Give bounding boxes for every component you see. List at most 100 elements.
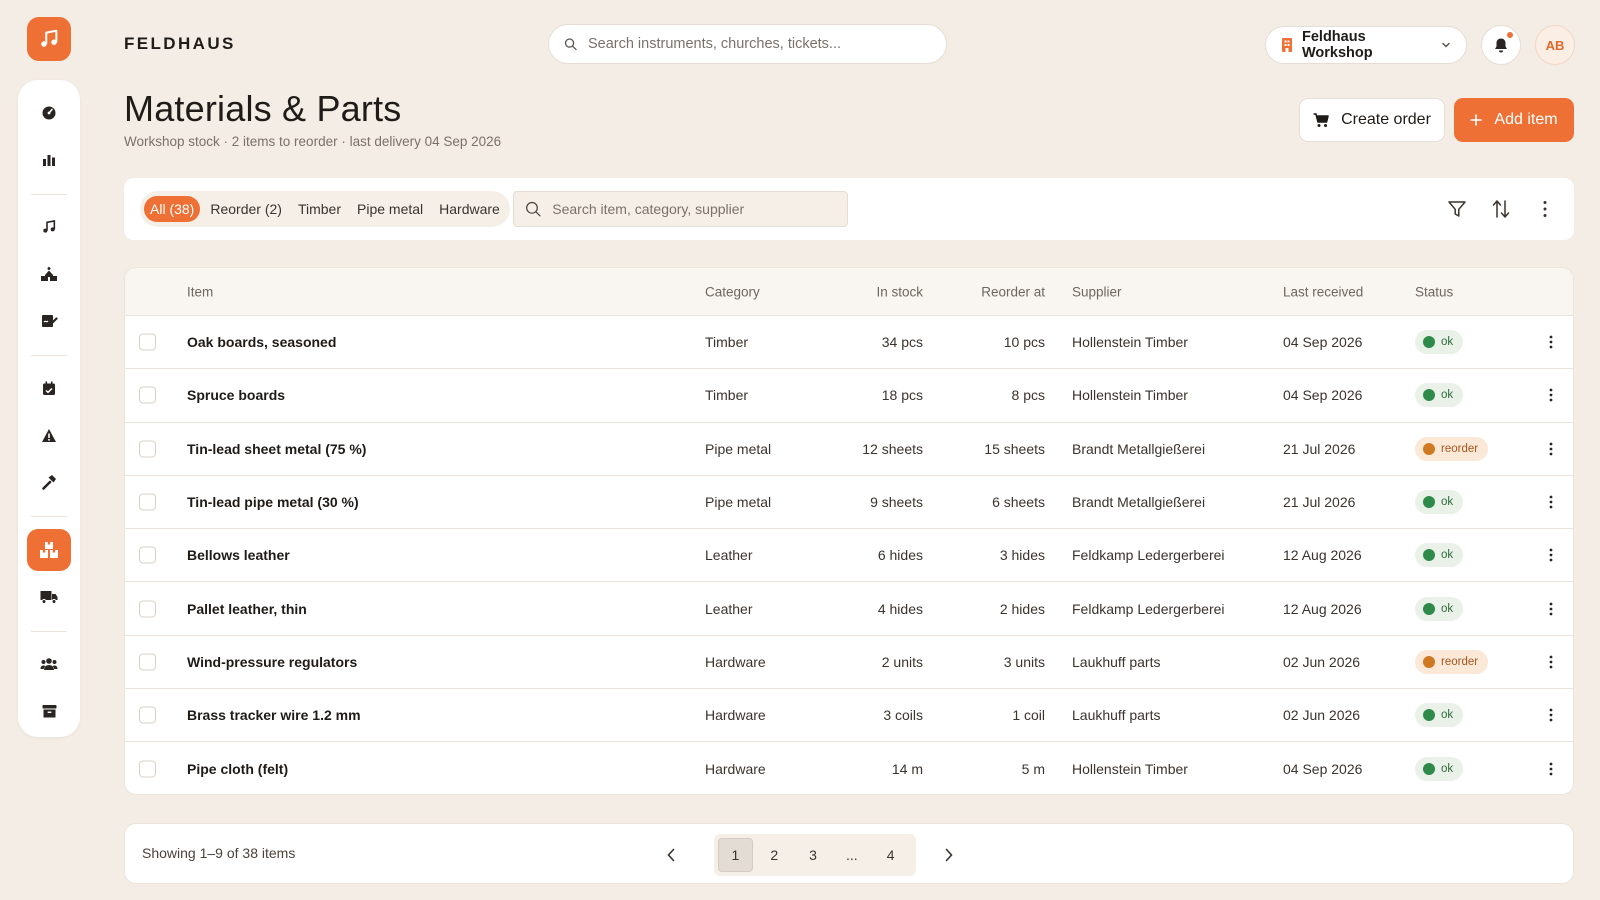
row-menu-button[interactable] [1541, 383, 1561, 407]
plus-icon [1470, 114, 1483, 126]
row-checkbox[interactable] [139, 706, 156, 724]
sidebar-item-instruments[interactable] [27, 206, 71, 248]
next-page-button[interactable] [935, 841, 963, 869]
page-subtitle: Workshop stock · 2 items to reorder · la… [124, 134, 502, 149]
table-footer: Showing 1–9 of 38 items 1 2 3 ... 4 [124, 823, 1574, 884]
row-menu-button[interactable] [1541, 650, 1561, 674]
page-4-button[interactable]: 4 [873, 838, 908, 872]
sidebar-item-team[interactable] [27, 643, 71, 685]
page-title: Materials & Parts [124, 88, 402, 129]
table-row[interactable]: Pallet leather, thin Leather 4 hides 2 hide… [125, 582, 1573, 636]
filter-chips: All (38) Reorder (2) Timber Pipe metal H… [140, 191, 510, 227]
table-row[interactable]: Oak boards, seasoned Timber 34 pcs 10 pcs Ho… [125, 316, 1573, 370]
header-supplier[interactable]: Supplier [1072, 284, 1122, 299]
sidebar-item-churches[interactable] [27, 253, 71, 295]
create-order-label: Create order [1341, 111, 1431, 128]
bell-icon [1495, 38, 1507, 52]
more-vertical-icon [1549, 655, 1553, 669]
table-row[interactable]: Pipe cloth (felt) Hardware 14 m 5 m Hollenst… [125, 742, 1573, 794]
page-ellipsis: ... [845, 847, 858, 863]
row-menu-button[interactable] [1541, 543, 1561, 567]
sort-button[interactable] [1487, 195, 1515, 223]
create-order-button[interactable]: Create order [1299, 98, 1445, 142]
item-supplier: Hollenstein Timber [1072, 761, 1188, 778]
status-dot [1423, 442, 1435, 455]
workspace-name: Feldhaus Workshop [1302, 29, 1373, 61]
chip-timber[interactable]: Timber [292, 196, 347, 222]
workspace-switcher[interactable]: Feldhaus Workshop [1265, 26, 1467, 64]
table-search[interactable] [513, 191, 848, 227]
table-row[interactable]: Spruce boards Timber 18 pcs 8 pcs Hollenstei… [125, 369, 1573, 423]
avatar[interactable]: AB [1535, 25, 1575, 65]
sidebar-item-contracts[interactable] [27, 300, 71, 342]
item-in-stock: 2 units [881, 653, 923, 670]
row-checkbox[interactable] [139, 333, 156, 351]
row-checkbox[interactable] [139, 546, 156, 564]
header-item[interactable]: Item [187, 284, 213, 299]
global-search-input[interactable] [587, 36, 946, 52]
table-row[interactable]: Tin-lead sheet metal (75 %) Pipe metal 12 … [125, 423, 1573, 476]
sidebar-item-materials[interactable] [27, 528, 71, 571]
page-3-button[interactable]: 3 [796, 838, 831, 872]
row-checkbox[interactable] [139, 493, 156, 511]
page-2-button[interactable]: 2 [757, 838, 792, 872]
add-item-button[interactable]: Add item [1454, 98, 1574, 142]
page-1-button[interactable]: 1 [718, 838, 753, 872]
table-row[interactable]: Bellows leather Leather 6 hides 3 hides Feld… [125, 529, 1573, 583]
table-row[interactable]: Tin-lead pipe metal (30 %) Pipe metal 9 sh… [125, 476, 1573, 530]
chip-pipe-metal[interactable]: Pipe metal [351, 196, 429, 222]
header-last-received[interactable]: Last received [1283, 284, 1363, 299]
filter-button[interactable] [1443, 195, 1471, 223]
chip-all[interactable]: All (38) [144, 196, 201, 222]
row-menu-button[interactable] [1541, 703, 1561, 727]
status-dot [1423, 336, 1435, 349]
more-vertical-icon [1549, 442, 1553, 456]
status-cell: ok [1415, 383, 1464, 408]
status-label: reorder [1441, 655, 1479, 668]
status-dot [1423, 655, 1435, 668]
table-row[interactable]: Brass tracker wire 1.2 mm Hardware 3 coils… [125, 689, 1573, 743]
chip-hardware[interactable]: Hardware [433, 196, 506, 222]
more-options-button[interactable] [1531, 195, 1559, 223]
chip-reorder[interactable]: Reorder (2) [204, 196, 288, 222]
notifications-button[interactable] [1481, 25, 1521, 65]
music-note-icon [43, 220, 56, 234]
row-checkbox[interactable] [139, 760, 156, 778]
item-reorder-at: 5 m [1021, 761, 1045, 778]
item-last-received: 04 Sep 2026 [1283, 387, 1363, 404]
row-checkbox[interactable] [139, 600, 156, 618]
app-logo[interactable] [27, 17, 71, 61]
item-category: Leather [705, 547, 753, 564]
row-checkbox[interactable] [139, 386, 156, 404]
header-status[interactable]: Status [1415, 284, 1453, 299]
item-reorder-at: 2 hides [999, 600, 1045, 617]
sidebar-item-dashboard[interactable] [27, 92, 71, 134]
sidebar-item-repairs[interactable] [27, 461, 71, 503]
header-in-stock[interactable]: In stock [876, 284, 923, 299]
row-checkbox[interactable] [139, 653, 156, 671]
row-menu-button[interactable] [1541, 597, 1561, 621]
row-menu-button[interactable] [1541, 757, 1561, 781]
status-badge: reorder [1415, 436, 1489, 461]
sidebar-item-calendar[interactable] [27, 368, 71, 410]
item-in-stock: 12 sheets [862, 440, 923, 457]
header-reorder-at[interactable]: Reorder at [981, 284, 1045, 299]
sidebar-item-deliveries[interactable] [27, 576, 71, 618]
table-row[interactable]: Wind-pressure regulators Hardware 2 units 3… [125, 636, 1573, 690]
header-category[interactable]: Category [705, 284, 760, 299]
filter-icon [1448, 201, 1466, 217]
table-search-input[interactable] [552, 201, 847, 217]
sidebar-item-reports[interactable] [27, 139, 71, 181]
row-menu-button[interactable] [1541, 437, 1561, 461]
status-dot [1423, 602, 1435, 615]
row-checkbox[interactable] [139, 440, 156, 458]
row-menu-button[interactable] [1541, 330, 1561, 354]
item-reorder-at: 3 units [1003, 653, 1045, 670]
sidebar-item-issues[interactable] [27, 415, 71, 457]
row-menu-button[interactable] [1541, 490, 1561, 514]
prev-page-button[interactable] [657, 841, 685, 869]
sidebar-item-archive[interactable] [27, 690, 71, 732]
status-badge: ok [1415, 596, 1464, 621]
global-search[interactable] [548, 24, 947, 64]
status-cell: reorder [1415, 649, 1489, 674]
